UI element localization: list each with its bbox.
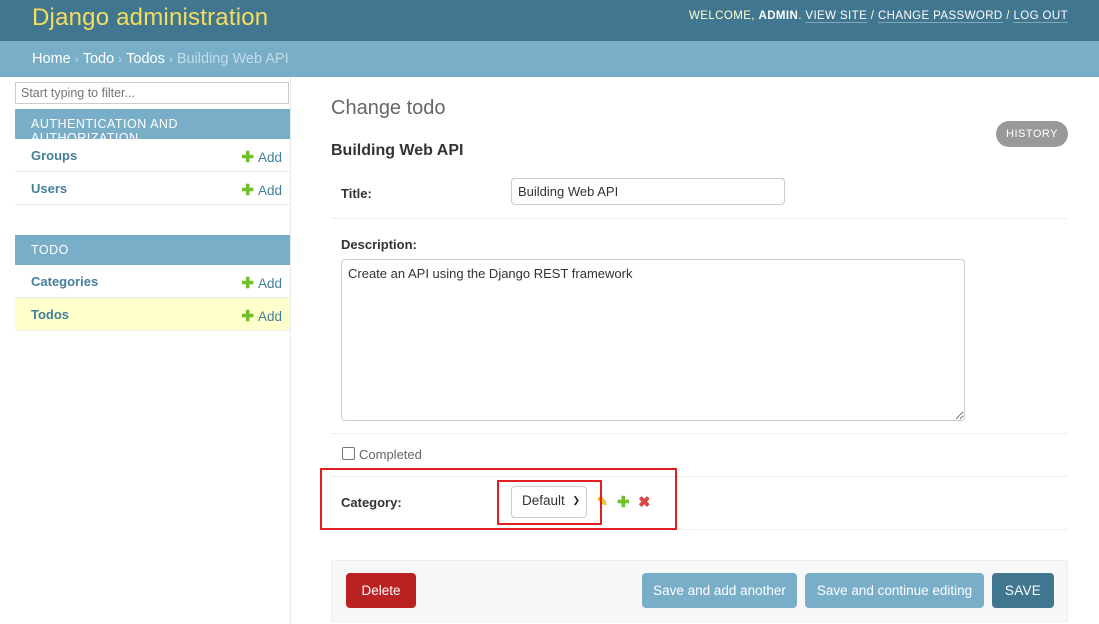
view-site-link[interactable]: View site — [805, 10, 868, 23]
delete-button[interactable]: Delete — [346, 573, 416, 608]
form-row-description: Description: Create an API using the Dja… — [331, 219, 1068, 434]
separator: / — [870, 10, 875, 22]
page-title: Change todo — [331, 97, 446, 119]
completed-checkbox[interactable] — [342, 447, 355, 460]
breadcrumb-separator: › — [118, 52, 123, 66]
object-title: Building Web API — [331, 142, 464, 159]
breadcrumb-separator: › — [168, 52, 173, 66]
add-label: Add — [257, 150, 282, 165]
add-label: Add — [257, 276, 282, 291]
form-row-title: Title: — [331, 168, 1068, 219]
sidebar-nav: Authentication and Authorization Groups … — [14, 77, 291, 624]
nav-filter-input[interactable] — [15, 82, 289, 104]
plus-icon: ✚ — [241, 182, 254, 199]
add-label: Add — [257, 183, 282, 198]
description-textarea[interactable]: Create an API using the Django REST fram… — [341, 259, 965, 421]
module-caption-auth[interactable]: Authentication and Authorization — [15, 109, 290, 145]
plus-icon: ✚ — [241, 275, 254, 292]
highlight-box-category-select — [497, 480, 602, 525]
plus-icon: ✚ — [241, 308, 254, 325]
add-users-link[interactable]: ✚ Add — [241, 181, 282, 199]
add-groups-link[interactable]: ✚ Add — [241, 148, 282, 166]
sidebar-item-groups: Groups ✚ Add — [15, 139, 290, 172]
breadcrumb-todo-app[interactable]: Todo — [83, 51, 114, 67]
sidebar-item-users: Users ✚ Add — [15, 172, 290, 205]
history-button[interactable]: History — [996, 121, 1068, 147]
separator: / — [1006, 10, 1010, 22]
header: Django administration Welcome, admin. Vi… — [0, 0, 1099, 41]
welcome-text: Welcome, — [689, 10, 755, 22]
sidebar-item-categories: Categories ✚ Add — [15, 265, 290, 298]
breadcrumb-todos[interactable]: Todos — [126, 51, 165, 67]
module-caption-todo[interactable]: Todo — [15, 235, 290, 265]
sidebar-item-label[interactable]: Groups — [31, 148, 77, 163]
add-categories-link[interactable]: ✚ Add — [241, 274, 282, 292]
breadcrumb-home[interactable]: Home — [32, 51, 71, 67]
add-label: Add — [257, 309, 282, 324]
sidebar-item-label[interactable]: Todos — [31, 307, 69, 322]
save-add-another-button[interactable]: Save and add another — [642, 573, 797, 608]
log-out-link[interactable]: Log out — [1013, 10, 1068, 23]
sidebar-item-label[interactable]: Categories — [31, 274, 98, 289]
completed-label[interactable]: Completed — [359, 447, 422, 462]
breadcrumb-current: Building Web API — [176, 51, 289, 67]
change-password-link[interactable]: Change password — [877, 10, 1003, 23]
site-branding[interactable]: Django administration — [32, 4, 268, 32]
title-input[interactable] — [511, 178, 785, 205]
sidebar-item-todos: Todos ✚ Add — [15, 298, 290, 331]
breadcrumb: Home › Todo › Todos › Building Web API — [0, 41, 1099, 77]
save-button[interactable]: Save — [992, 573, 1054, 608]
description-label: Description: — [341, 237, 417, 252]
plus-icon: ✚ — [241, 149, 254, 166]
username: admin — [758, 10, 799, 22]
title-label: Title: — [341, 186, 372, 201]
save-continue-button[interactable]: Save and continue editing — [805, 573, 984, 608]
breadcrumb-separator: › — [74, 52, 79, 66]
sidebar-item-label[interactable]: Users — [31, 181, 67, 196]
submit-row: Delete Save and add another Save and con… — [331, 560, 1068, 622]
user-tools: Welcome, admin. View site / Change passw… — [689, 10, 1068, 23]
add-todos-link[interactable]: ✚ Add — [241, 307, 282, 325]
